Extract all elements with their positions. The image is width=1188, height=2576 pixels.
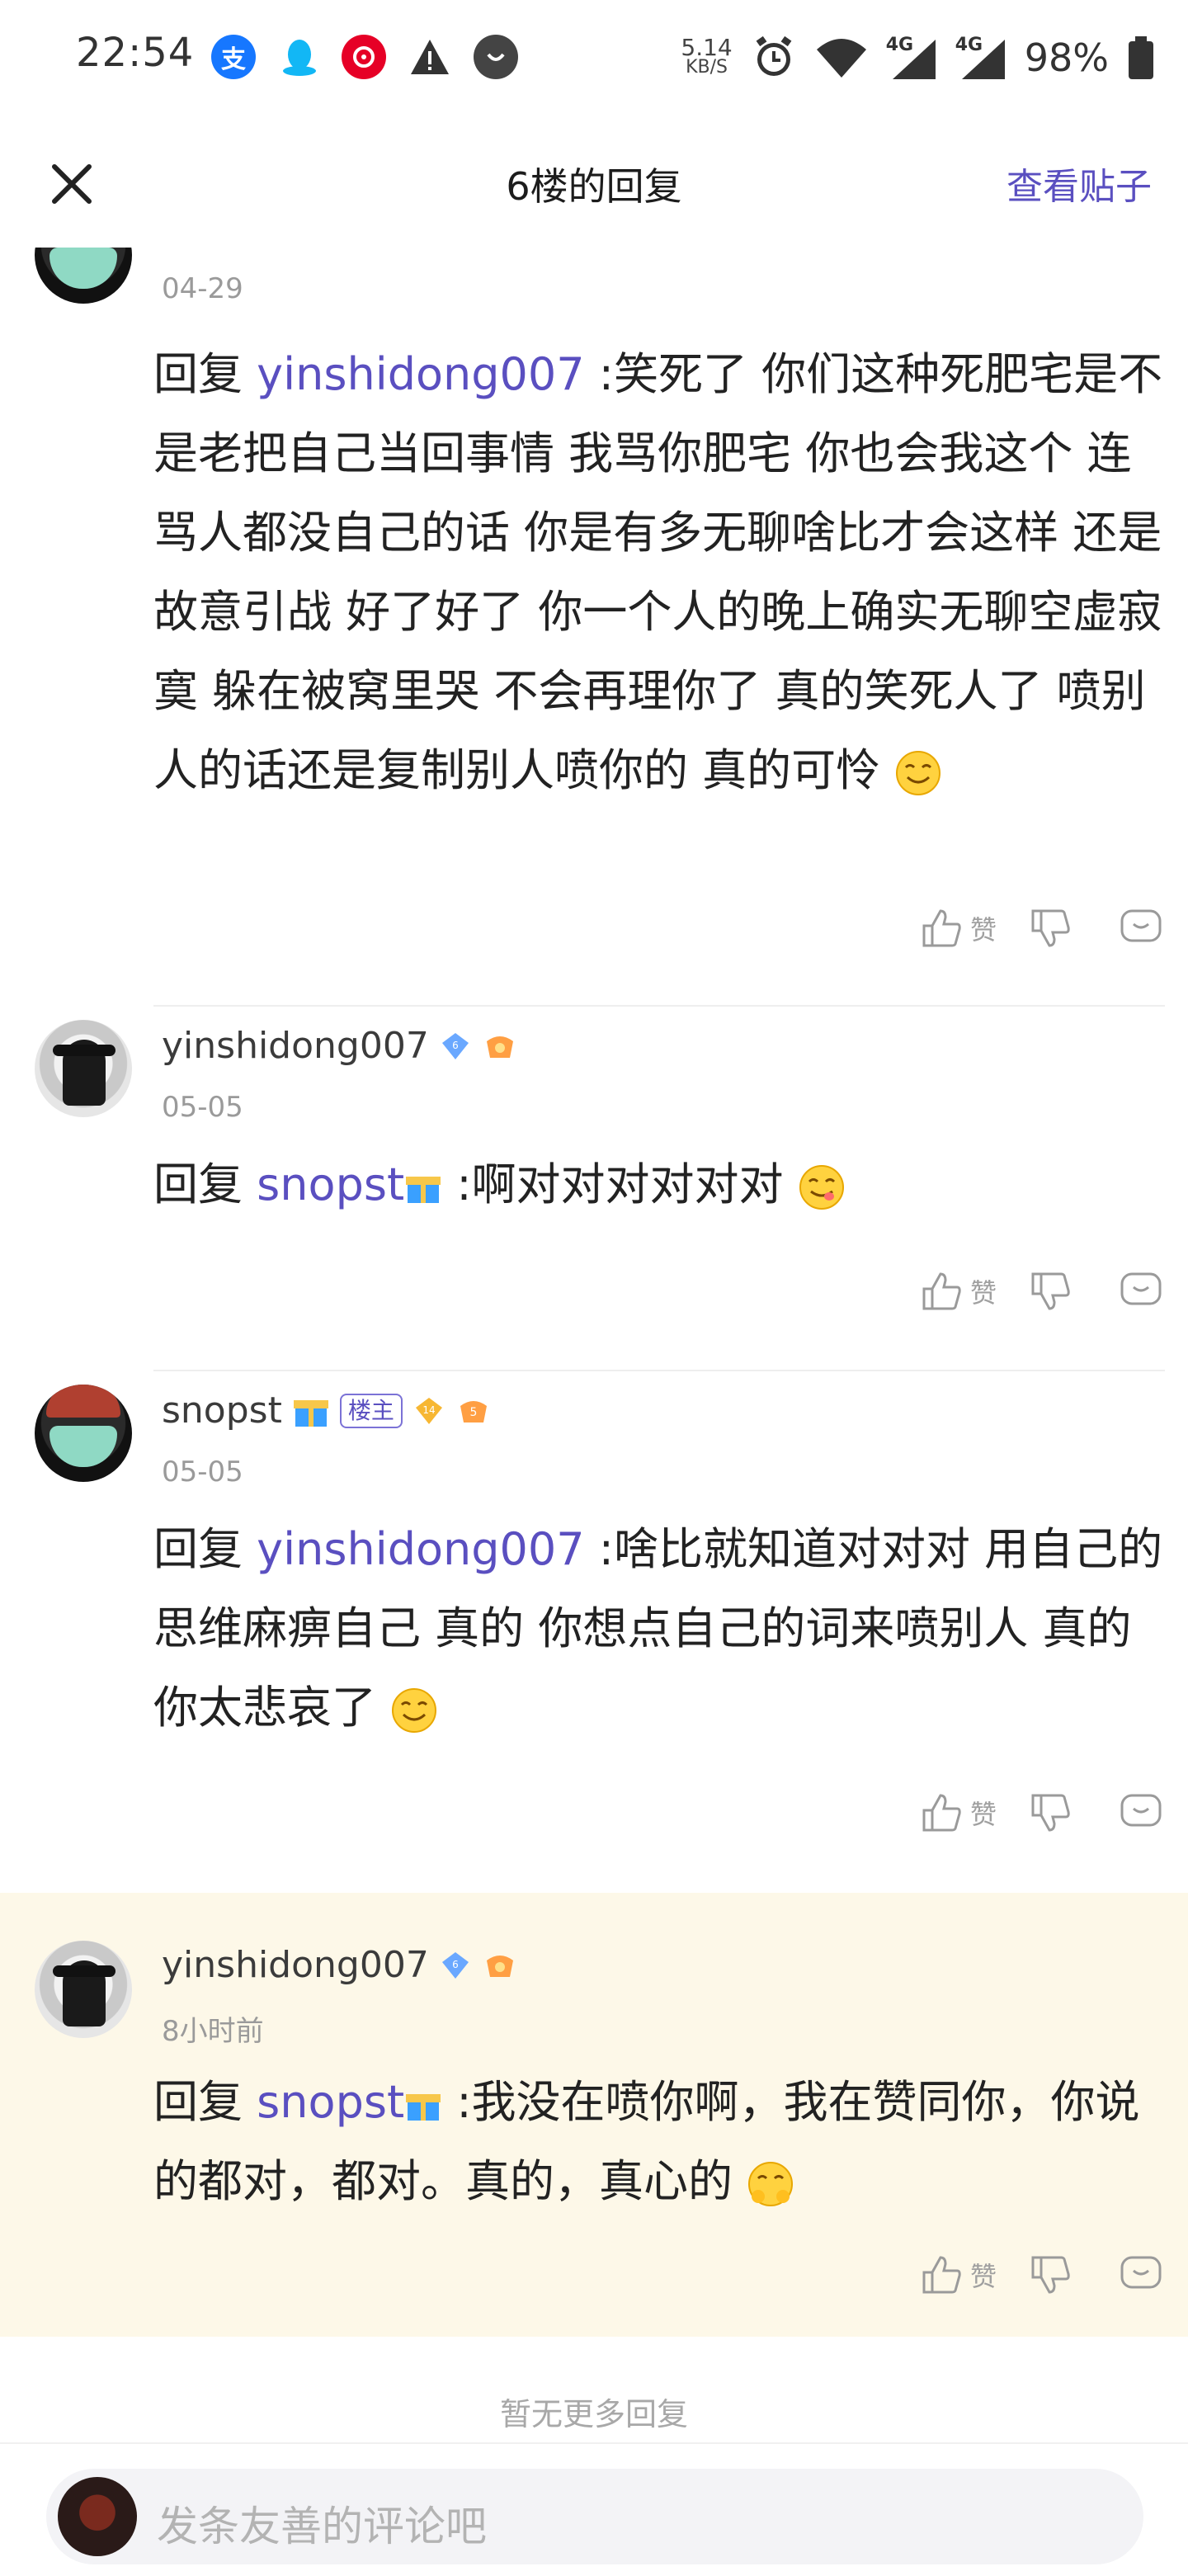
reply-button[interactable]: [1117, 2251, 1165, 2299]
comment-actions: 赞: [917, 1267, 1165, 1315]
reply-button[interactable]: [1117, 1789, 1165, 1837]
game-level-icon: [486, 1955, 513, 1977]
author-row: yinshidong007 6: [162, 1944, 518, 1986]
dislike-button[interactable]: [1026, 904, 1074, 952]
mention-link[interactable]: snopst: [257, 1158, 404, 1210]
gift-icon: [406, 2094, 441, 2121]
avatar[interactable]: [35, 1941, 132, 2038]
comment-icon: [1120, 2256, 1162, 2289]
comment-icon: [1120, 1794, 1162, 1827]
smile-emoji-icon: [392, 1688, 437, 1734]
net-speed: 5.14 KB/S: [681, 34, 733, 78]
thumbs-up-icon: [922, 1794, 961, 1832]
avatar[interactable]: [35, 1385, 132, 1482]
like-label: 赞: [969, 1799, 997, 1830]
comment-input-placeholder: 发条友善的评论吧: [157, 2503, 487, 2550]
thumbs-up-icon: [922, 2256, 961, 2294]
qq-icon: [277, 35, 322, 79]
battery-icon: [1129, 36, 1153, 79]
game-level-icon: 5: [460, 1400, 487, 1422]
comment-icon: [1120, 909, 1162, 942]
owner-badge: 楼主: [339, 1393, 403, 1428]
dislike-button[interactable]: [1026, 2251, 1074, 2299]
like-label: 赞: [969, 2261, 997, 2292]
signal-icon-2: 4G: [955, 35, 1006, 81]
wifi-icon: [816, 39, 866, 78]
dislike-button[interactable]: [1026, 1267, 1074, 1315]
alarm-icon: [756, 35, 792, 76]
author-row: snopst 楼主 14 5: [162, 1389, 492, 1432]
author-name[interactable]: yinshidong007: [162, 1944, 429, 1986]
avatar: [58, 2477, 137, 2556]
list-item: snopst 楼主 04-29 回复 yinshidong007 :笑死了 你们…: [0, 206, 1188, 1007]
comment-date: 8小时前: [162, 2015, 264, 2048]
comment-body: 回复 yinshidong007 :笑死了 你们这种死肥宅是不是老把自己当回事情…: [153, 348, 1163, 796]
comment-actions: 赞: [917, 2251, 1165, 2299]
comment-date: 04-29: [162, 272, 243, 305]
list-item: yinshidong007 6 05-05 回复 snopst :啊对对对对对对…: [0, 1007, 1188, 1371]
comment-date: 05-05: [162, 1091, 243, 1124]
comment-actions: 赞: [917, 1789, 1165, 1837]
thumbs-down-icon: [1031, 909, 1070, 947]
list-item-highlighted: yinshidong007 6 8小时前 回复 snopst :我没在喷你啊，我…: [0, 1893, 1188, 2337]
svg-text:6: 6: [452, 1959, 459, 1970]
view-post-link[interactable]: 查看贴子: [1006, 157, 1152, 210]
status-bar: 22:54 支 5.14 KB/S 4G 4G 98%: [0, 0, 1188, 116]
top-nav: 6楼的回复 查看贴子: [0, 116, 1188, 248]
author-name[interactable]: snopst: [162, 1389, 282, 1432]
reply-list: snopst 楼主 04-29 回复 yinshidong007 :笑死了 你们…: [0, 206, 1188, 2337]
thumbs-down-icon: [1031, 1272, 1070, 1310]
diamond-level-icon: 6: [441, 1951, 469, 1979]
emoji-app-icon: [474, 35, 518, 79]
yummy-emoji-icon: [799, 1165, 844, 1210]
alipay-icon: 支: [211, 35, 256, 79]
game-level-icon: [486, 1036, 513, 1058]
comment-body: 回复 snopst :啊对对对对对对: [153, 1145, 1163, 1224]
svg-text:6: 6: [452, 1040, 459, 1051]
thumbs-down-icon: [1031, 1794, 1070, 1832]
avatar[interactable]: [35, 1020, 132, 1117]
comment-input[interactable]: 发条友善的评论吧: [46, 2469, 1143, 2564]
like-button[interactable]: 赞: [917, 1267, 997, 1315]
like-button[interactable]: 赞: [917, 2251, 997, 2299]
like-button[interactable]: 赞: [917, 1789, 997, 1837]
author-row: yinshidong007 6: [162, 1025, 518, 1067]
svg-text:14: 14: [422, 1404, 435, 1416]
comment-body: 回复 snopst :我没在喷你啊，我在赞同你，你说的都对，都对。真的，真心的: [153, 2076, 1140, 2207]
gift-icon: [406, 1177, 441, 1204]
mention-link[interactable]: yinshidong007: [257, 348, 584, 400]
diamond-level-icon: 6: [441, 1032, 469, 1059]
diamond-level-icon: 14: [415, 1397, 442, 1424]
netease-music-icon: [342, 35, 386, 79]
like-label: 赞: [969, 1277, 997, 1309]
thumbs-up-icon: [922, 909, 961, 947]
comment-icon: [1120, 1272, 1162, 1305]
signal-icon-1: 4G: [886, 35, 937, 81]
comment-actions: 赞: [917, 904, 1165, 952]
status-indicators: 5.14 KB/S 4G 4G 98%: [681, 25, 1155, 91]
like-button[interactable]: 赞: [917, 904, 997, 952]
comment-input-bar: 发条友善的评论吧: [0, 2442, 1188, 2576]
comment-date: 05-05: [162, 1455, 243, 1489]
battery-percent: 98%: [1024, 35, 1109, 80]
hug-emoji-icon: [748, 2162, 794, 2207]
smile-emoji-icon: [896, 751, 941, 796]
comment-body: 回复 yinshidong007 :啥比就知道对对对 用自己的思维麻痹自己 真的…: [153, 1523, 1163, 1734]
mention-link[interactable]: yinshidong007: [257, 1523, 584, 1575]
dislike-button[interactable]: [1026, 1789, 1074, 1837]
author-name[interactable]: yinshidong007: [162, 1025, 429, 1067]
reply-button[interactable]: [1117, 1267, 1165, 1315]
mention-link[interactable]: snopst: [257, 2076, 404, 2128]
reply-button[interactable]: [1117, 904, 1165, 952]
thumbs-down-icon: [1031, 2256, 1070, 2294]
svg-text:5: 5: [469, 1406, 477, 1419]
status-time: 22:54: [76, 30, 195, 76]
warning-icon: [408, 35, 452, 79]
gift-icon: [293, 1399, 328, 1427]
thumbs-up-icon: [922, 1272, 961, 1310]
no-more-replies: 暂无更多回复: [499, 2396, 688, 2432]
like-label: 赞: [969, 914, 997, 946]
list-item: snopst 楼主 14 5 05-05 回复 yinshidong007 :啥…: [0, 1371, 1188, 1893]
